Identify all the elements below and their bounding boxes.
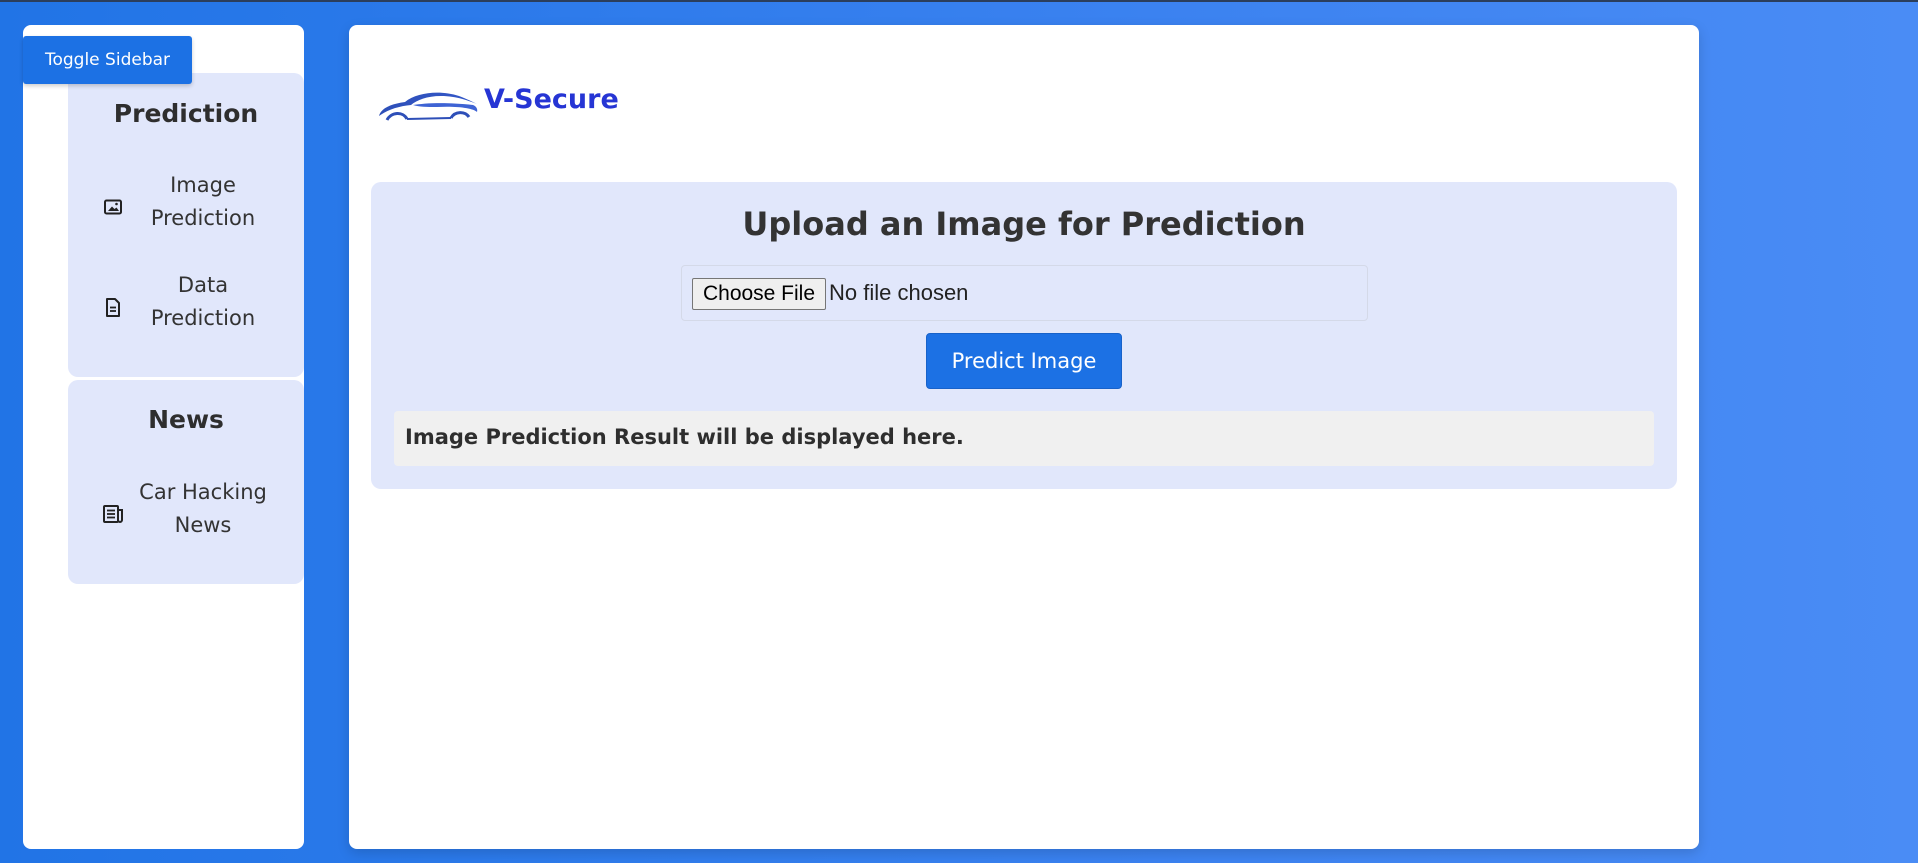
document-icon [103, 297, 123, 317]
sidebar-item-label: Car Hacking News [139, 480, 267, 537]
sidebar-item-car-hacking-news[interactable]: Car Hacking News [68, 476, 304, 552]
file-status-text: No file chosen [829, 280, 969, 305]
section-title-news: News [148, 405, 224, 434]
top-border [0, 0, 1918, 2]
car-logo-icon [379, 92, 478, 121]
prediction-section: Prediction Image Prediction Data Predict… [68, 73, 304, 377]
sidebar: Prediction Image Prediction Data Predict… [23, 25, 304, 849]
upload-title: Upload an Image for Prediction [742, 205, 1306, 243]
brand-name: V-Secure [484, 84, 619, 115]
predict-image-button[interactable]: Predict Image [926, 333, 1122, 389]
choose-file-button[interactable]: Choose File [692, 278, 826, 310]
result-text: Image Prediction Result will be displaye… [405, 425, 964, 449]
toggle-sidebar-button[interactable]: Toggle Sidebar [23, 36, 192, 84]
newspaper-icon [103, 504, 123, 524]
sidebar-item-label: Data Prediction [150, 273, 256, 330]
image-icon [103, 197, 123, 217]
sidebar-item-label: Image Prediction [150, 173, 256, 230]
sidebar-item-data-prediction[interactable]: Data Prediction [68, 269, 304, 345]
sidebar-item-image-prediction[interactable]: Image Prediction [68, 169, 304, 245]
news-section: News Car Hacking News [68, 380, 304, 584]
section-title-prediction: Prediction [113, 99, 259, 128]
